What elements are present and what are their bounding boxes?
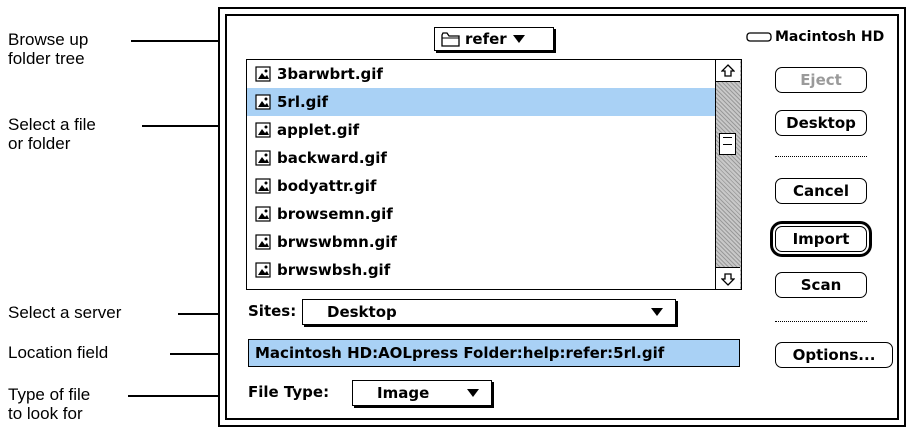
arrow-down-icon xyxy=(721,272,735,286)
sites-popup[interactable]: Desktop xyxy=(302,299,676,325)
file-list-item[interactable]: brwswbmn.gif xyxy=(247,228,715,256)
scan-label: Scan xyxy=(800,276,842,294)
import-button[interactable]: Import xyxy=(775,226,867,252)
sites-value: Desktop xyxy=(327,303,397,321)
image-file-icon xyxy=(255,178,271,194)
folder-popup[interactable]: refer xyxy=(434,27,554,51)
folder-popup-label: refer xyxy=(465,30,507,48)
file-type-label: File Type: xyxy=(248,383,330,401)
file-name: browsemn.gif xyxy=(277,205,393,223)
image-file-icon xyxy=(255,262,271,278)
folder-icon xyxy=(441,31,460,47)
cancel-label: Cancel xyxy=(792,182,849,200)
volume-label: Macintosh HD xyxy=(746,29,884,45)
image-file-icon xyxy=(255,66,271,82)
file-name: bodyattr.gif xyxy=(277,177,377,195)
callout-text: or folder xyxy=(8,134,71,153)
scan-button[interactable]: Scan xyxy=(775,272,867,298)
cancel-button[interactable]: Cancel xyxy=(775,178,867,204)
callout-text: Location field xyxy=(8,343,109,362)
file-name: brwswbsh.gif xyxy=(277,261,391,279)
hard-drive-icon xyxy=(746,32,772,42)
callout-location: Location field xyxy=(8,343,108,362)
image-file-icon xyxy=(255,122,271,138)
callout-text: folder tree xyxy=(8,49,85,68)
file-list-item[interactable]: 3barwbrt.gif xyxy=(247,60,715,88)
callout-text: Select a file xyxy=(8,115,96,134)
callout-browse-up: Browse up folder tree xyxy=(8,30,88,68)
file-list-item[interactable]: browsemn.gif xyxy=(247,200,715,228)
file-list-item[interactable]: 5rl.gif xyxy=(247,88,715,116)
options-label: Options... xyxy=(792,346,876,364)
options-button[interactable]: Options... xyxy=(775,342,893,368)
image-file-icon xyxy=(255,206,271,222)
sites-label: Sites: xyxy=(248,302,297,320)
callout-text: Type of file xyxy=(8,385,91,404)
callout-select-server: Select a server xyxy=(8,303,121,322)
eject-button[interactable]: Eject xyxy=(775,67,867,93)
file-name: 5rl.gif xyxy=(277,93,329,111)
divider xyxy=(775,321,867,322)
file-type-popup[interactable]: Image xyxy=(352,380,492,406)
image-file-icon xyxy=(255,94,271,110)
callout-select-file: Select a file or folder xyxy=(8,115,96,153)
file-list[interactable]: 3barwbrt.gif 5rl.gif applet.gif backward.gi… xyxy=(246,59,742,290)
callout-text: Select a server xyxy=(8,303,122,322)
file-list-item[interactable]: applet.gif xyxy=(247,116,715,144)
scroll-up-button[interactable] xyxy=(716,60,740,82)
file-name: backward.gif xyxy=(277,149,387,167)
divider xyxy=(775,156,867,157)
file-name: applet.gif xyxy=(277,121,360,139)
callout-text: Browse up xyxy=(8,30,89,49)
callout-file-type: Type of file to look for xyxy=(8,385,90,423)
chevron-down-icon xyxy=(467,389,479,397)
volume-name: Macintosh HD xyxy=(775,29,885,45)
arrow-up-icon xyxy=(721,63,735,77)
scroll-down-button[interactable] xyxy=(716,267,740,289)
scroll-thumb[interactable] xyxy=(719,133,736,155)
file-list-item[interactable]: brwswbsh.gif xyxy=(247,256,715,284)
location-field[interactable]: Macintosh HD:AOLpress Folder:help:refer:… xyxy=(248,339,740,367)
eject-label: Eject xyxy=(800,71,842,89)
callout-text: to look for xyxy=(8,404,83,423)
file-list-item[interactable]: backward.gif xyxy=(247,144,715,172)
image-file-icon xyxy=(255,150,271,166)
file-name: brwswbmn.gif xyxy=(277,233,397,251)
image-file-icon xyxy=(255,234,271,250)
desktop-button[interactable]: Desktop xyxy=(775,110,867,136)
chevron-down-icon xyxy=(651,308,663,316)
file-list-item[interactable]: bodyattr.gif xyxy=(247,172,715,200)
scrollbar[interactable] xyxy=(715,60,741,289)
desktop-label: Desktop xyxy=(786,114,856,132)
chevron-down-icon xyxy=(512,35,525,43)
import-label: Import xyxy=(792,230,850,248)
file-list-rows: 3barwbrt.gif 5rl.gif applet.gif backward.gi… xyxy=(247,60,715,284)
file-type-value: Image xyxy=(377,384,430,402)
location-value: Macintosh HD:AOLpress Folder:help:refer:… xyxy=(255,344,665,362)
file-name: 3barwbrt.gif xyxy=(277,65,383,83)
